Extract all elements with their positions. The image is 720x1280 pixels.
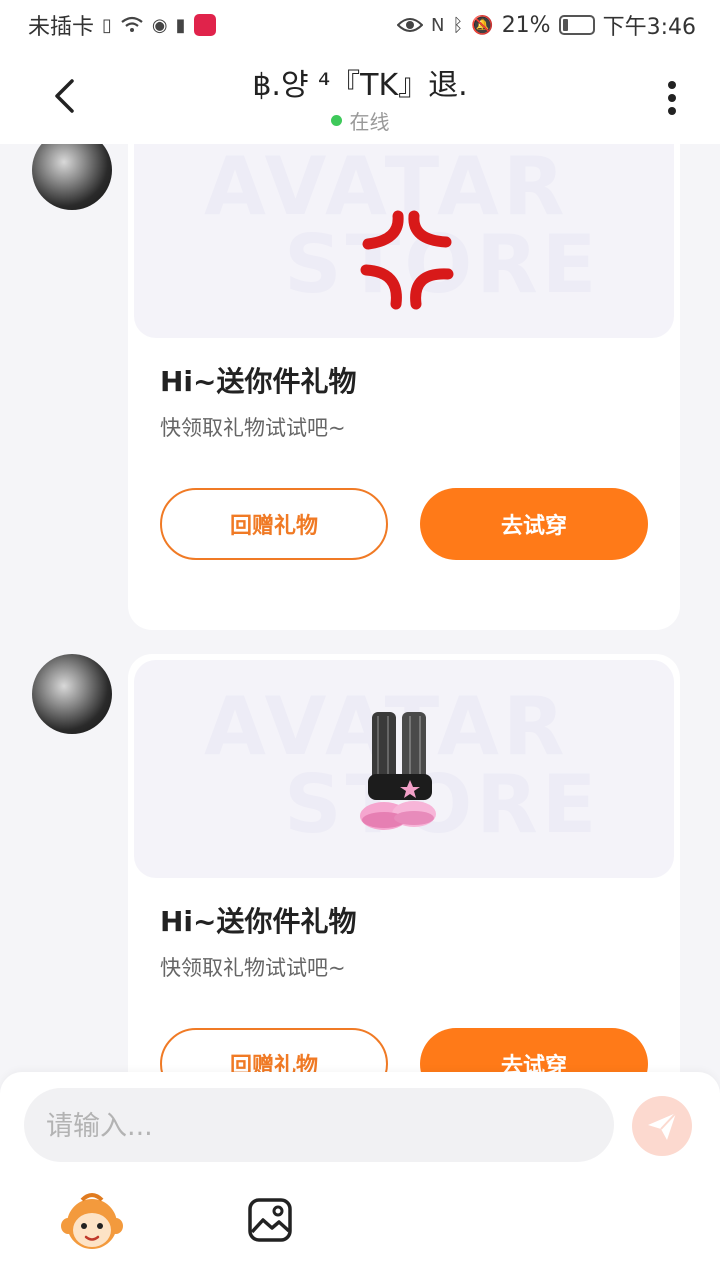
online-status-text: 在线: [349, 110, 390, 134]
app-notification-icon: [193, 14, 216, 36]
send-button[interactable]: [632, 1096, 692, 1156]
avatar-sticker-button[interactable]: [60, 1190, 124, 1254]
message-input[interactable]: [44, 1088, 598, 1164]
battery-saver-icon: ▮: [175, 14, 186, 36]
battery-percent: 21%: [501, 12, 551, 38]
chat-message-list[interactable]: AVATAR STORE Hi~送你件礼物 快领取礼物试试吧~ 回赠礼物 去试穿…: [0, 144, 720, 1074]
gift-title: Hi~送你件礼物: [160, 365, 357, 398]
sim-alert-icon: ▯: [102, 14, 112, 36]
image-picker-button[interactable]: [246, 1196, 294, 1244]
angry-vein-icon: [360, 210, 454, 310]
try-on-button[interactable]: 去试穿: [420, 488, 648, 560]
gift-message-card: AVATAR STORE Hi~送你件礼物 快领取礼物试试吧~ 回赠礼物 去试穿: [128, 654, 680, 1074]
gift-message-card: AVATAR STORE Hi~送你件礼物 快领取礼物试试吧~ 回赠礼物 去试穿: [128, 144, 680, 630]
image-icon: [248, 1198, 292, 1242]
gift-image[interactable]: AVATAR STORE: [134, 660, 674, 878]
return-gift-button[interactable]: 回赠礼物: [160, 488, 388, 560]
return-gift-button[interactable]: 回赠礼物: [160, 1028, 388, 1074]
sender-avatar[interactable]: [32, 654, 112, 734]
gift-subtitle: 快领取礼物试试吧~: [160, 416, 346, 440]
online-status: 在线: [0, 106, 720, 135]
send-plane-icon: [648, 1112, 677, 1140]
battery-icon: [558, 15, 595, 35]
sender-avatar[interactable]: [32, 144, 112, 210]
chat-input-bar: [0, 1072, 720, 1280]
clock: 下午3:46: [602, 15, 696, 40]
nfc-icon: N: [430, 14, 445, 36]
gift-title: Hi~送你件礼物: [160, 905, 357, 938]
record-icon: ◉: [151, 14, 168, 36]
message-input-wrapper[interactable]: [24, 1088, 614, 1164]
gift-subtitle: 快领取礼物试试吧~: [160, 956, 346, 980]
online-dot-icon: [330, 115, 342, 126]
contact-name: ฿.양 ⁴『TK』退.: [252, 68, 468, 103]
leg-warmer-shoes-icon: [360, 712, 436, 830]
chat-header: ฿.양 ⁴『TK』退. 在线: [0, 50, 720, 144]
wifi-icon: [120, 16, 144, 34]
try-on-button[interactable]: 去试穿: [420, 1028, 648, 1074]
monkey-face-icon: [61, 1193, 123, 1249]
carrier-text: 未插卡: [28, 15, 95, 40]
gift-image[interactable]: AVATAR STORE: [134, 144, 674, 338]
mute-bell-icon: 🔕: [471, 14, 494, 36]
bluetooth-icon: ᛒ: [452, 14, 464, 36]
more-vertical-icon: [668, 81, 676, 115]
eye-icon: [396, 16, 423, 34]
more-options-button[interactable]: [652, 70, 692, 126]
status-bar: 未插卡 ▯ ◉ ▮ N ᛒ 🔕 21% 下午3:46: [0, 0, 720, 50]
